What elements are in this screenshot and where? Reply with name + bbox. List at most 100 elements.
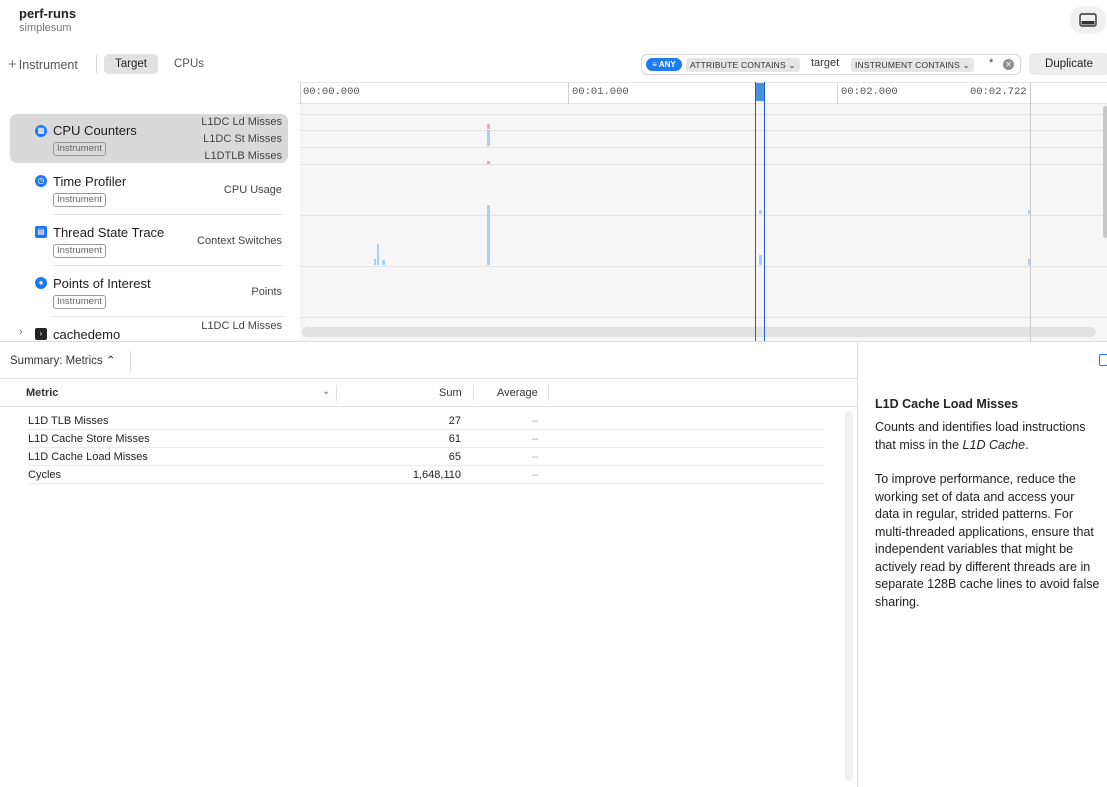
time-profiler-icon: ◷ bbox=[35, 175, 47, 187]
toolbar-divider bbox=[96, 55, 97, 73]
track-badge: Instrument bbox=[53, 142, 106, 156]
graph-mark bbox=[487, 130, 490, 146]
tab-cpus[interactable]: CPUs bbox=[174, 54, 204, 74]
add-instrument-button[interactable]: + Instrument bbox=[8, 56, 78, 73]
summary-bar: Summary: Metrics ⌃ bbox=[0, 342, 857, 379]
graph-mark bbox=[374, 259, 376, 265]
column-divider[interactable] bbox=[336, 385, 337, 401]
track-divider bbox=[300, 317, 1107, 318]
summary-selector[interactable]: Summary: Metrics ⌃ bbox=[10, 353, 115, 367]
inspector-title: L1D Cache Load Misses bbox=[875, 397, 1019, 411]
timeline-horizontal-scrollbar[interactable] bbox=[302, 327, 1096, 337]
points-of-interest-icon: ● bbox=[35, 277, 47, 289]
filter-token-attribute[interactable]: ATTRIBUTE CONTAINS ⌄ bbox=[686, 58, 800, 72]
cell-average: – bbox=[532, 415, 539, 427]
filter-token-instrument[interactable]: INSTRUMENT CONTAINS ⌄ bbox=[851, 58, 974, 72]
track-name[interactable]: cachedemo bbox=[53, 327, 120, 341]
track-metric: L1DTLB Misses bbox=[204, 150, 282, 162]
timeline-ruler[interactable]: 00:00.000 00:01.000 00:02.000 00:02.722 bbox=[298, 82, 1107, 104]
track-name[interactable]: Thread State Trace bbox=[53, 225, 164, 240]
graph-mark bbox=[377, 244, 379, 265]
column-header-sum[interactable]: Sum bbox=[439, 387, 462, 399]
duplicate-button[interactable]: Duplicate bbox=[1029, 53, 1107, 75]
ruler-tick-label: 00:02.722 bbox=[970, 86, 1027, 98]
cell-average: – bbox=[532, 469, 539, 481]
plus-icon: + bbox=[8, 56, 17, 73]
column-divider[interactable] bbox=[548, 385, 549, 401]
filter-token-attribute-value[interactable]: target bbox=[811, 57, 839, 69]
tab-target[interactable]: Target bbox=[104, 54, 158, 74]
document-title: perf-runs bbox=[19, 6, 77, 21]
track-divider bbox=[300, 114, 1107, 115]
thread-state-icon: ▤ bbox=[35, 226, 47, 238]
cell-metric: L1D Cache Store Misses bbox=[28, 433, 150, 445]
chevron-down-icon: ⌄ bbox=[962, 60, 970, 70]
inspector-toggle-icon[interactable] bbox=[1099, 354, 1107, 366]
sidebar-bottom-icon bbox=[1079, 13, 1097, 27]
track-divider bbox=[300, 130, 1107, 131]
column-header-average[interactable]: Average bbox=[497, 387, 538, 399]
track-name[interactable]: CPU Counters bbox=[53, 123, 137, 138]
disclosure-chevron-icon[interactable]: › bbox=[19, 326, 23, 338]
graph-mark bbox=[487, 161, 490, 164]
track-divider bbox=[300, 164, 1107, 165]
table-vertical-scrollbar[interactable] bbox=[845, 411, 853, 781]
cell-sum: 1,648,110 bbox=[412, 469, 461, 481]
track-vertical-scrollbar[interactable] bbox=[1103, 106, 1107, 238]
cell-metric: L1D Cache Load Misses bbox=[28, 451, 148, 463]
track-divider bbox=[300, 266, 1107, 267]
inspector-emphasis: L1D Cache bbox=[962, 437, 1026, 452]
document-subtitle: simplesum bbox=[19, 22, 72, 34]
track-metric: L1DC Ld Misses bbox=[201, 116, 282, 128]
table-row[interactable]: L1D Cache Load Misses 65 – bbox=[28, 448, 824, 466]
graph-mark bbox=[487, 205, 490, 265]
terminal-icon: › bbox=[35, 328, 47, 340]
chevron-down-icon: ⌄ bbox=[788, 60, 796, 70]
track-divider bbox=[53, 265, 283, 266]
table-header: Metric ⌄ Sum Average bbox=[0, 379, 857, 407]
column-header-metric[interactable]: Metric bbox=[26, 387, 58, 399]
cell-sum: 27 bbox=[448, 415, 461, 427]
graph-mark bbox=[382, 260, 385, 265]
filter-any-toggle[interactable]: ≡ ANY bbox=[646, 58, 682, 71]
document-header: perf-runs simplesum bbox=[0, 0, 1107, 48]
filter-token-attribute-label: ATTRIBUTE CONTAINS bbox=[690, 60, 786, 70]
track-badge: Instrument bbox=[53, 295, 106, 309]
track-badge: Instrument bbox=[53, 193, 106, 207]
track-metric: L1DC Ld Misses bbox=[201, 320, 282, 332]
ruler-tick-label: 00:01.000 bbox=[572, 86, 629, 98]
inspection-head-handle[interactable] bbox=[755, 83, 764, 101]
track-name[interactable]: Time Profiler bbox=[53, 174, 126, 189]
track-divider bbox=[53, 214, 283, 215]
recording-end-line bbox=[1030, 82, 1031, 341]
cpu-counters-icon: ▦ bbox=[35, 125, 47, 137]
sort-chevron-icon[interactable]: ⌄ bbox=[322, 386, 330, 397]
track-divider bbox=[300, 215, 1107, 216]
track-graph-area[interactable] bbox=[300, 104, 1107, 341]
track-name[interactable]: Points of Interest bbox=[53, 276, 151, 291]
track-list: ▦ CPU Counters Instrument L1DC Ld Misses… bbox=[0, 104, 1107, 341]
graph-mark bbox=[759, 255, 762, 265]
track-badge: Instrument bbox=[53, 244, 106, 258]
ruler-tick-label: 00:02.000 bbox=[841, 86, 898, 98]
ruler-tick-line bbox=[837, 83, 838, 104]
table-row[interactable]: L1D Cache Store Misses 61 – bbox=[28, 430, 824, 448]
graph-mark bbox=[759, 210, 762, 214]
table-row[interactable]: Cycles 1,648,110 – bbox=[28, 466, 824, 484]
filter-bar[interactable]: ≡ ANY ATTRIBUTE CONTAINS ⌄ target INSTRU… bbox=[641, 54, 1021, 75]
table-row[interactable]: L1D TLB Misses 27 – bbox=[28, 412, 824, 430]
column-divider[interactable] bbox=[473, 385, 474, 401]
filter-token-instrument-label: INSTRUMENT CONTAINS bbox=[855, 60, 961, 70]
ruler-tick-line bbox=[300, 83, 301, 104]
ruler-tick-label: 00:00.000 bbox=[303, 86, 360, 98]
cell-sum: 65 bbox=[448, 451, 461, 463]
inspection-range-start[interactable] bbox=[755, 82, 756, 341]
graph-mark bbox=[487, 124, 490, 129]
inspection-range-end[interactable] bbox=[764, 82, 765, 341]
toggle-bottom-panel-button[interactable] bbox=[1070, 6, 1106, 34]
clear-filter-icon[interactable]: ✕ bbox=[1003, 59, 1014, 70]
cell-average: – bbox=[532, 451, 539, 463]
inspector-paragraph: Counts and identifies load instructions … bbox=[875, 419, 1100, 454]
filter-token-instrument-value[interactable]: * bbox=[989, 57, 993, 69]
track-metric: Points bbox=[251, 286, 282, 298]
